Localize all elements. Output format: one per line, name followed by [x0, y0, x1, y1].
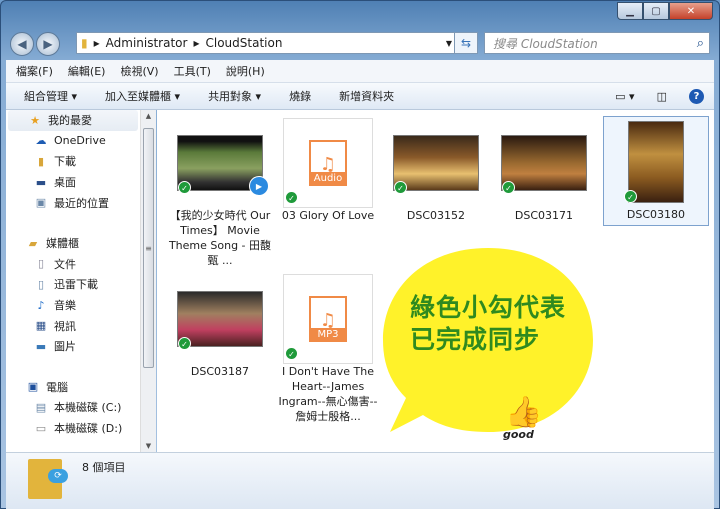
sync-check-icon: ✓	[394, 181, 407, 194]
menu-bar: 檔案(F) 編輯(E) 檢視(V) 工具(T) 說明(H)	[6, 60, 714, 83]
desktop-icon: ▬	[35, 175, 47, 189]
back-button[interactable]: ◀	[10, 32, 34, 56]
scroll-down-icon[interactable]: ▼	[141, 442, 156, 450]
share-button[interactable]: 共用對象 ▾	[208, 88, 261, 104]
close-button[interactable]: ✕	[669, 2, 713, 20]
search-icon[interactable]: ⌕	[697, 36, 704, 51]
mp3-file-icon: ♫ MP3	[309, 296, 347, 342]
view-options-icon[interactable]: ▭ ▾	[615, 90, 634, 103]
drive-icon: ▭	[35, 421, 47, 435]
menu-help[interactable]: 說明(H)	[226, 63, 265, 79]
folder-icon: ▯	[37, 277, 45, 291]
audio-file-icon: ♫ Audio	[309, 140, 347, 186]
minimize-button[interactable]: ▁	[617, 2, 643, 20]
sync-check-icon: ✓	[502, 181, 515, 194]
document-icon: ▯	[37, 257, 45, 271]
sidebar-item-documents[interactable]: ▯ 文件	[6, 254, 140, 275]
file-item[interactable]: ♫ MP3 ✓ I Don't Have The Heart--James Ing…	[275, 274, 381, 424]
refresh-button[interactable]: ⇆	[454, 32, 478, 54]
organize-button[interactable]: 組合管理 ▾	[24, 88, 77, 104]
cloud-folder-icon: ⟳	[28, 459, 68, 499]
video-icon: ▦	[35, 319, 47, 333]
sidebar-item-drive-c[interactable]: ▤ 本機磁碟 (C:)	[6, 397, 140, 418]
sync-check-icon: ✓	[624, 190, 637, 203]
sidebar-item-downloads[interactable]: ▮ 下載	[6, 151, 140, 172]
cloud-icon: ☁	[35, 134, 47, 148]
star-icon: ★	[30, 113, 40, 127]
downloads-icon: ▮	[37, 154, 45, 168]
picture-icon: ▬	[35, 339, 47, 353]
image-thumbnail	[628, 121, 684, 203]
menu-tools[interactable]: 工具(T)	[174, 63, 211, 79]
sidebar-favorites[interactable]: ★ 我的最愛	[8, 110, 138, 131]
thumbs-up-sticker: 👍	[505, 395, 543, 430]
burn-button[interactable]: 燒錄	[289, 88, 311, 104]
maximize-button[interactable]: ▢	[643, 2, 669, 20]
breadcrumb-cloudstation[interactable]: CloudStation	[205, 36, 282, 50]
sidebar-item-music[interactable]: ♪ 音樂	[6, 295, 140, 316]
sidebar-item-videos[interactable]: ▦ 視訊	[6, 315, 140, 336]
callout-text: 綠色小勾代表已完成同步	[410, 293, 567, 354]
search-input[interactable]: 搜尋 CloudStation ⌕	[484, 32, 710, 54]
preview-pane-icon[interactable]: ◫	[657, 90, 667, 103]
library-icon: ▰	[28, 236, 38, 250]
sidebar-libraries[interactable]: ▰ 媒體櫃	[6, 233, 140, 254]
sidebar-item-pictures[interactable]: ▬ 圖片	[6, 336, 140, 357]
sync-check-icon: ✓	[285, 347, 298, 360]
file-item[interactable]: ✓ DSC03152	[383, 118, 489, 223]
good-label: good	[503, 428, 534, 441]
sync-check-icon: ✓	[285, 191, 298, 204]
drive-icon: ▤	[35, 400, 47, 414]
command-bar: 組合管理 ▾ 加入至媒體櫃 ▾ 共用對象 ▾ 燒錄 新增資料夾 ▭ ▾ ◫ ?	[6, 83, 714, 110]
file-item[interactable]: ✓ ▶ 【我的少女時代 Our Times】 Movie Theme Song …	[167, 118, 273, 268]
sync-check-icon: ✓	[178, 337, 191, 350]
address-bar[interactable]: ▮ ▸ Administrator ▸ CloudStation ▼	[76, 32, 477, 54]
image-thumbnail	[501, 135, 587, 191]
help-icon[interactable]: ?	[689, 88, 704, 104]
add-to-library-button[interactable]: 加入至媒體櫃 ▾	[105, 88, 180, 104]
file-item[interactable]: ✓ DSC03171	[491, 118, 597, 223]
image-thumbnail	[177, 291, 263, 347]
item-count: 8 個項目	[82, 461, 126, 474]
menu-edit[interactable]: 編輯(E)	[68, 63, 106, 79]
forward-button[interactable]: ▶	[36, 32, 60, 56]
menu-file[interactable]: 檔案(F)	[16, 63, 53, 79]
sidebar-item-recent[interactable]: ▣ 最近的位置	[6, 192, 140, 213]
folder-icon: ▮	[81, 36, 88, 50]
sync-check-icon: ✓	[178, 181, 191, 194]
file-item-selected[interactable]: ✓ DSC03180	[603, 116, 709, 226]
sidebar-item-desktop[interactable]: ▬ 桌面	[6, 172, 140, 193]
file-item[interactable]: ✓ DSC03187	[167, 274, 273, 379]
sidebar-item-drive-d[interactable]: ▭ 本機磁碟 (D:)	[6, 418, 140, 439]
scroll-thumb[interactable]: ≡	[143, 128, 154, 368]
sidebar-computer[interactable]: ▣ 電腦	[6, 377, 140, 398]
chevron-down-icon[interactable]: ▼	[446, 39, 452, 48]
recent-places-icon: ▣	[35, 196, 47, 210]
image-thumbnail	[393, 135, 479, 191]
file-item[interactable]: ♫ Audio ✓ 03 Glory Of Love	[275, 118, 381, 223]
play-icon: ▶	[249, 176, 269, 196]
sidebar-scrollbar[interactable]: ▲ ≡ ▼	[140, 110, 156, 452]
navigation-pane: ★ 我的最愛 ☁ OneDrive ▮ 下載 ▬ 桌面 ▣ 最近的位置 ▰ 媒體櫃 ▯ 文件 …	[6, 110, 140, 452]
sidebar-item-onedrive[interactable]: ☁ OneDrive	[6, 131, 140, 152]
status-bar: ⟳ 8 個項目	[6, 452, 714, 509]
scroll-up-icon[interactable]: ▲	[141, 112, 156, 120]
computer-icon: ▣	[27, 380, 39, 394]
sidebar-item-thunder[interactable]: ▯ 迅雷下載	[6, 274, 140, 295]
new-folder-button[interactable]: 新增資料夾	[339, 88, 394, 104]
music-icon: ♪	[37, 298, 45, 312]
breadcrumb-administrator[interactable]: Administrator	[106, 36, 188, 50]
menu-view[interactable]: 檢視(V)	[120, 63, 158, 79]
